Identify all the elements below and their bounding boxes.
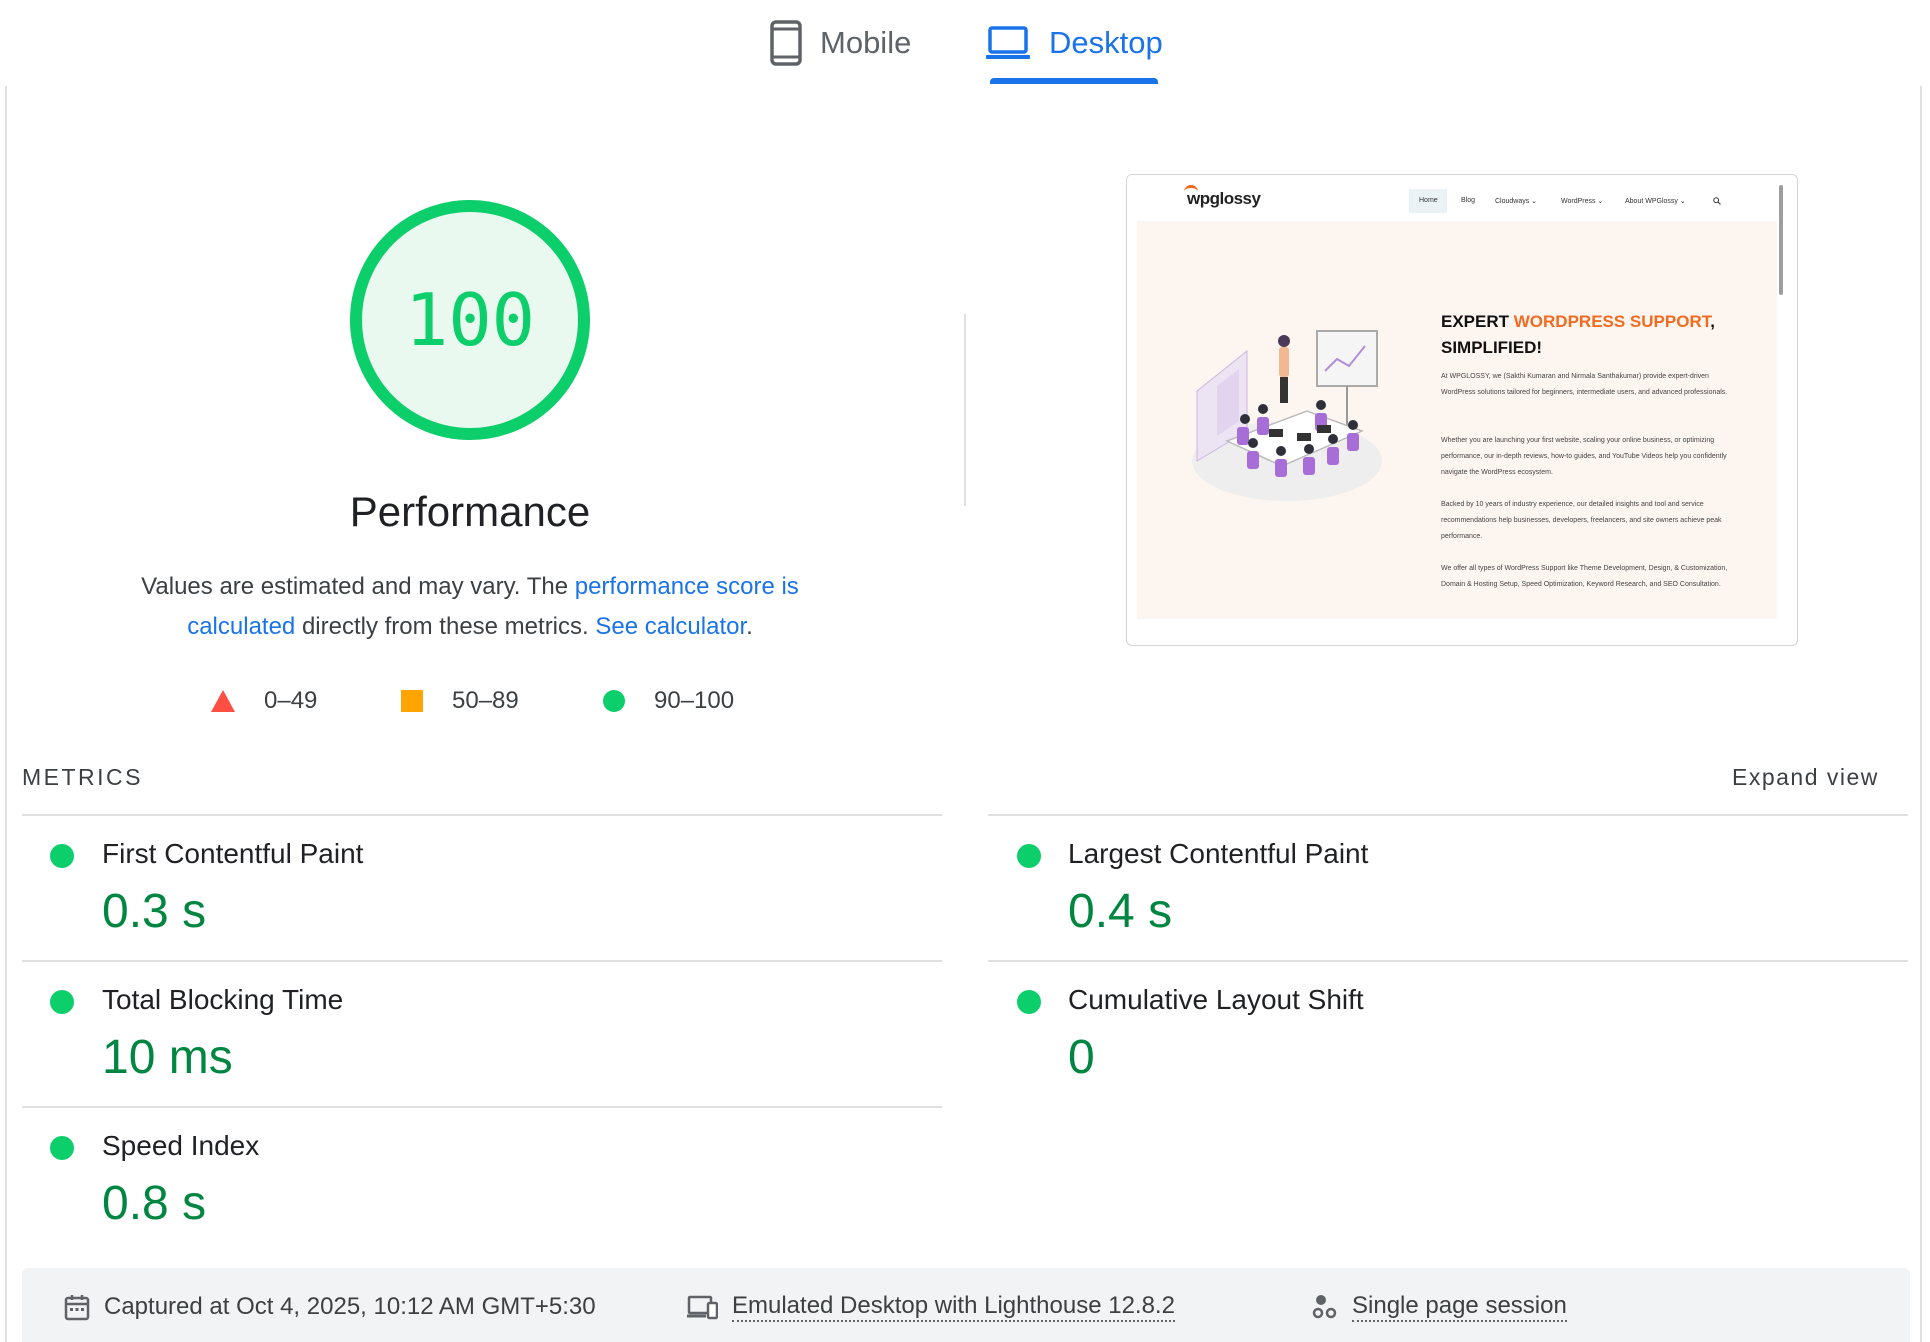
metrics-divider	[988, 814, 1908, 816]
vertical-divider	[964, 314, 966, 506]
pass-status-icon	[50, 990, 74, 1014]
active-tab-indicator	[990, 78, 1158, 84]
see-calculator-link[interactable]: See calculator	[595, 613, 746, 640]
thumb-headline-part: ,	[1710, 312, 1715, 331]
legend-fail: 0–49	[210, 686, 317, 716]
metric-label: Speed Index	[102, 1130, 260, 1161]
phone-icon	[770, 20, 802, 66]
panel-border-left	[5, 86, 7, 1342]
expand-view-toggle[interactable]: Expand view	[1732, 764, 1879, 791]
tab-desktop-label: Desktop	[1049, 25, 1163, 60]
thumb-nav-item: Home	[1419, 197, 1438, 204]
thumb-search-icon	[1713, 197, 1721, 205]
legend-pass-range: 90–100	[654, 687, 735, 714]
thumb-paragraph: At WPGLOSSY, we (Sakthi Kumaran and Nirm…	[1441, 373, 1728, 396]
metric-label: Largest Contentful Paint	[1068, 838, 1369, 869]
thumb-paragraph: We offer all types of WordPress Support …	[1441, 565, 1728, 588]
pass-status-icon	[1017, 844, 1041, 868]
page-screenshot-thumbnail[interactable]: wpglossy Home Blog Cloudways ⌄ WordPress…	[1126, 174, 1798, 646]
metrics-divider	[22, 960, 942, 962]
tab-mobile-label: Mobile	[820, 25, 912, 60]
thumb-headline-line2: SIMPLIFIED!	[1441, 338, 1543, 357]
metrics-divider	[988, 960, 1908, 962]
desc-middle: directly from these metrics.	[295, 613, 596, 640]
metric-value: 10 ms	[102, 1031, 233, 1084]
device-tabs: Mobile Desktop	[0, 0, 1930, 86]
metric-value: 0.8 s	[102, 1177, 207, 1230]
metric-value: 0	[1068, 1031, 1095, 1084]
performance-score: 100	[404, 278, 536, 362]
session-info[interactable]: Single page session	[1312, 1290, 1567, 1324]
metric-value: 0.4 s	[1068, 885, 1173, 938]
desc-prefix: Values are estimated and may vary. The	[141, 573, 575, 600]
devices-icon	[687, 1295, 718, 1320]
thumb-headline-highlight: WORDPRESS SUPPORT	[1513, 312, 1711, 331]
legend-fail-range: 0–49	[264, 687, 318, 714]
thumb-headline: EXPERT WORDPRESS SUPPORT, SIMPLIFIED!	[1441, 309, 1761, 361]
pass-status-icon	[1017, 990, 1041, 1014]
thumb-nav-item: About WPGlossy ⌄	[1625, 198, 1686, 205]
meeting-illustration	[1192, 330, 1382, 501]
thumb-site-header: wpglossy Home Blog Cloudways ⌄ WordPress…	[1127, 175, 1777, 221]
score-description: Values are estimated and may vary. The p…	[110, 567, 830, 647]
thumb-nav-item: Blog	[1461, 197, 1476, 204]
thumb-paragraph: Backed by 10 years of industry experienc…	[1441, 501, 1722, 540]
calendar-icon	[64, 1295, 90, 1321]
metrics-divider	[22, 1106, 942, 1108]
thumb-scrollbar	[1779, 185, 1783, 295]
panel-border-right	[1920, 86, 1922, 1342]
thumb-site-logo: wpglossy	[1187, 189, 1261, 208]
thumb-hero-section: EXPERT WORDPRESS SUPPORT, SIMPLIFIED! At …	[1137, 221, 1777, 619]
pass-status-icon	[50, 1136, 74, 1160]
session-text: Single page session	[1352, 1292, 1567, 1322]
desc-suffix: .	[746, 613, 753, 640]
pass-status-icon	[50, 844, 74, 868]
orange-square-icon	[401, 690, 423, 712]
emulated-device-text: Emulated Desktop with Lighthouse 12.8.2	[732, 1292, 1175, 1322]
legend-average: 50–89	[400, 686, 519, 716]
captured-at-info: Captured at Oct 4, 2025, 10:12 AM GMT+5:…	[64, 1290, 596, 1324]
legend-pass: 90–100	[602, 686, 734, 716]
performance-gauge[interactable]: 100	[348, 198, 592, 442]
thumb-paragraph: Whether you are launching your first web…	[1441, 437, 1727, 476]
thumb-nav-item: WordPress ⌄	[1561, 198, 1604, 205]
laptop-icon	[986, 26, 1030, 59]
category-title: Performance	[349, 488, 591, 535]
session-icon	[1312, 1295, 1337, 1319]
metric-value: 0.3 s	[102, 885, 207, 938]
tab-mobile[interactable]: Mobile	[770, 0, 911, 86]
legend-average-range: 50–89	[452, 687, 519, 714]
metric-label: First Contentful Paint	[102, 838, 364, 869]
metrics-heading: METRICS	[22, 764, 143, 790]
thumb-headline-part: EXPERT	[1441, 312, 1514, 331]
red-triangle-icon	[211, 690, 235, 712]
green-circle-icon	[603, 690, 625, 712]
metric-label: Total Blocking Time	[102, 984, 344, 1015]
metric-label: Cumulative Layout Shift	[1068, 984, 1364, 1015]
emulated-device-info[interactable]: Emulated Desktop with Lighthouse 12.8.2	[686, 1290, 1175, 1324]
thumb-nav-item: Cloudways ⌄	[1495, 198, 1538, 205]
tab-desktop[interactable]: Desktop	[985, 0, 1163, 86]
captured-at-text: Captured at Oct 4, 2025, 10:12 AM GMT+5:…	[104, 1293, 596, 1320]
metrics-divider	[22, 814, 942, 816]
